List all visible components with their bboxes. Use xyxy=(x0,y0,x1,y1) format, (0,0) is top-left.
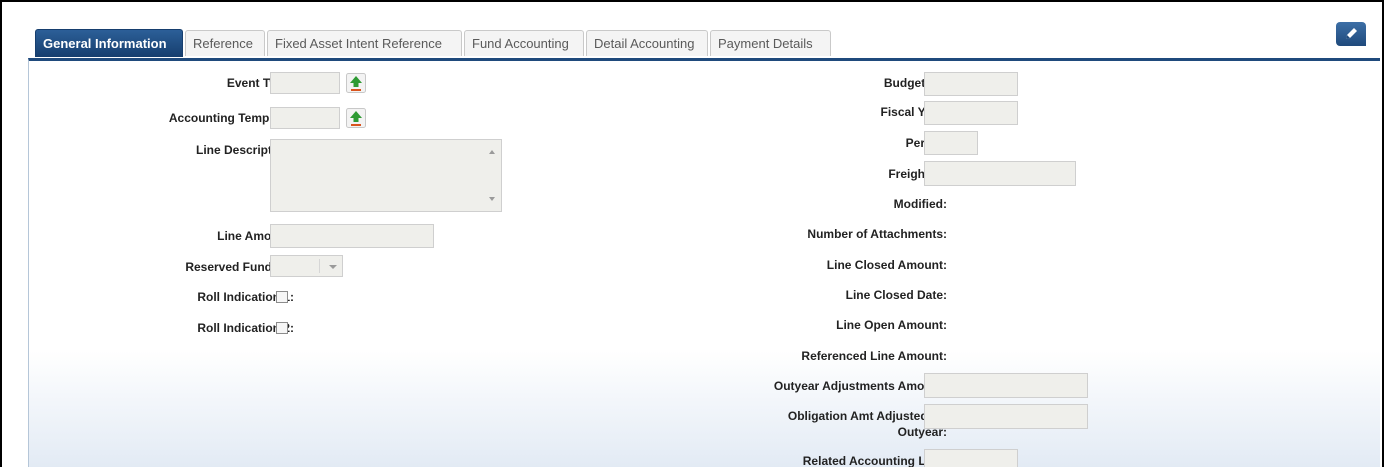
accounting-template-field[interactable] xyxy=(270,107,340,129)
event-type-field[interactable] xyxy=(270,72,340,94)
outyear-adjustments-amount-field[interactable] xyxy=(924,373,1088,398)
line-open-amount-label: Line Open Amount: xyxy=(836,318,947,332)
scroll-down-icon[interactable] xyxy=(489,197,495,201)
upload-arrow-icon[interactable] xyxy=(346,73,366,93)
number-of-attachments-label: Number of Attachments: xyxy=(807,227,947,241)
tab-fixed-asset-intent-reference[interactable]: Fixed Asset Intent Reference xyxy=(267,30,462,56)
document-frame: General Information Reference Fixed Asse… xyxy=(0,0,1384,467)
outyear-adjustments-amount-label: Outyear Adjustments Amount: xyxy=(773,379,947,393)
fiscal-year-field[interactable] xyxy=(924,101,1018,125)
chevron-down-icon xyxy=(329,265,337,269)
referenced-line-amount-label: Referenced Line Amount: xyxy=(801,349,947,363)
tab-detail-accounting[interactable]: Detail Accounting xyxy=(586,30,708,56)
pencil-icon xyxy=(1346,28,1357,39)
reserved-funding-dropdown[interactable] xyxy=(270,255,343,277)
tab-reference[interactable]: Reference xyxy=(185,30,265,56)
budget-fy-field[interactable] xyxy=(924,72,1018,96)
scroll-up-icon[interactable] xyxy=(489,150,495,154)
tab-general-information[interactable]: General Information xyxy=(35,29,183,57)
line-description-textarea[interactable] xyxy=(270,139,502,212)
line-closed-date-label: Line Closed Date: xyxy=(845,288,947,302)
tab-payment-details[interactable]: Payment Details xyxy=(710,30,831,56)
roll-indication-2-checkbox[interactable] xyxy=(276,322,288,334)
edit-button[interactable] xyxy=(1336,22,1366,46)
freight-pct-field[interactable] xyxy=(924,161,1076,186)
tab-fund-accounting[interactable]: Fund Accounting xyxy=(464,30,584,56)
general-information-panel: Event Type: Accounting Template: Line De… xyxy=(28,58,1380,467)
obligation-amt-adjusted-field[interactable] xyxy=(924,404,1088,429)
line-amount-field[interactable] xyxy=(270,224,434,248)
upload-arrow-icon[interactable] xyxy=(346,108,366,128)
line-closed-amount-label: Line Closed Amount: xyxy=(826,258,947,272)
related-accounting-line-field[interactable] xyxy=(924,449,1018,467)
roll-indication-1-checkbox[interactable] xyxy=(276,291,288,303)
modified-label: Modified: xyxy=(893,197,947,211)
period-field[interactable] xyxy=(924,131,978,155)
